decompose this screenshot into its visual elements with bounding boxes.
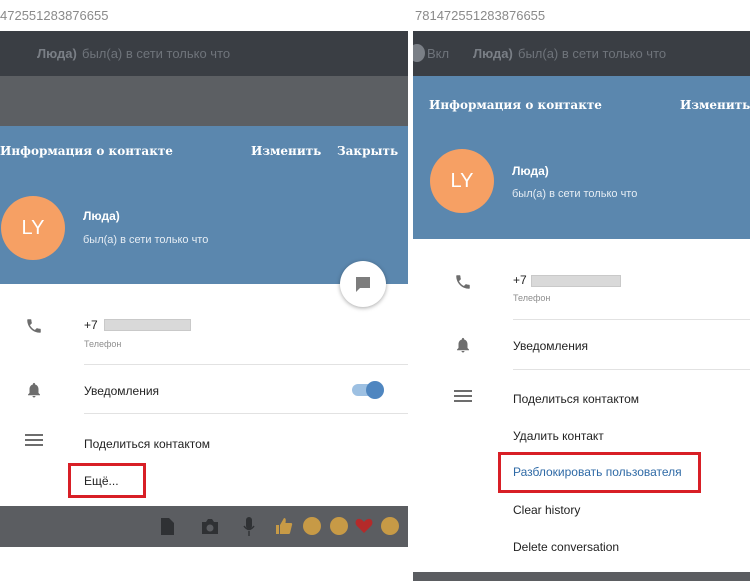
notifications-label[interactable]: Уведомления	[513, 339, 588, 353]
separator	[513, 369, 750, 370]
profile-status: был(а) в сети только что	[512, 188, 638, 200]
close-button[interactable]: Закрыть	[337, 144, 398, 158]
left-screenshot: 472551283876655 Люда) был(а) в сети толь…	[0, 0, 408, 581]
share-contact-button[interactable]: Поделиться контактом	[84, 437, 210, 451]
separator	[84, 413, 408, 414]
dimmed-background	[0, 76, 408, 126]
menu-icon	[25, 434, 43, 446]
address-bar[interactable]: 472551283876655	[0, 0, 408, 31]
menu-icon	[454, 390, 472, 402]
composer-bar	[0, 506, 408, 547]
composer-bar	[413, 572, 750, 581]
redacted-phone	[104, 319, 191, 331]
camera-icon[interactable]	[200, 518, 220, 535]
contact-info-header: Информация о контакте Изменить Закрыть L…	[0, 126, 408, 284]
profile-name: Люда)	[83, 209, 120, 223]
back-icon[interactable]	[413, 44, 425, 62]
attach-file-icon[interactable]	[160, 518, 174, 535]
topbar-contact-name[interactable]: Люда)	[473, 46, 513, 61]
phone-number: +7	[84, 318, 98, 332]
clear-history-button[interactable]: Clear history	[513, 503, 580, 517]
chat-bubble-icon	[356, 277, 370, 292]
heart-icon[interactable]	[355, 518, 373, 534]
chat-topbar: Вкл Люда) был(а) в сети только что	[413, 31, 750, 76]
toggle-knob[interactable]	[366, 381, 384, 399]
emoji-icon[interactable]	[303, 517, 321, 535]
highlight-box	[498, 452, 701, 493]
avatar: LY	[430, 149, 494, 213]
separator	[84, 364, 408, 365]
address-bar[interactable]: 781472551283876655	[413, 0, 750, 31]
emoji-icon[interactable]	[330, 517, 348, 535]
topbar-contact-status: был(а) в сети только что	[518, 46, 667, 61]
phone-number: +7	[513, 273, 527, 287]
redacted-phone	[531, 275, 621, 287]
right-screenshot: 781472551283876655 Вкл Люда) был(а) в се…	[413, 0, 750, 581]
mic-icon[interactable]	[243, 517, 255, 537]
separator	[513, 319, 750, 320]
send-message-button[interactable]	[340, 261, 386, 307]
emoji-icon[interactable]	[381, 517, 399, 535]
address-text: 781472551283876655	[415, 8, 546, 23]
phone-label: Телефон	[513, 293, 551, 303]
phone-label: Телефон	[84, 339, 122, 349]
delete-contact-button[interactable]: Удалить контакт	[513, 429, 604, 443]
highlight-box	[68, 463, 146, 498]
bell-icon	[28, 382, 40, 398]
contact-info-header: Информация о контакте Изменить LY Люда) …	[413, 76, 750, 239]
address-text: 472551283876655	[0, 8, 109, 23]
chat-topbar: Люда) был(а) в сети только что	[0, 31, 408, 76]
edit-button[interactable]: Изменить	[680, 98, 750, 112]
phone-icon	[456, 275, 470, 289]
topbar-left-label: Вкл	[427, 46, 450, 61]
contact-info-title: Информация о контакте	[0, 144, 173, 158]
share-contact-button[interactable]: Поделиться контактом	[513, 392, 639, 406]
edit-button[interactable]: Изменить	[251, 144, 321, 158]
thumbs-up-icon[interactable]	[275, 517, 293, 535]
bell-icon	[457, 337, 469, 353]
phone-icon	[27, 319, 41, 333]
profile-status: был(а) в сети только что	[83, 234, 209, 246]
profile-name: Люда)	[512, 164, 549, 178]
notifications-label: Уведомления	[84, 384, 160, 398]
delete-conversation-button[interactable]: Delete conversation	[513, 540, 619, 554]
topbar-contact-status: был(а) в сети только что	[82, 46, 231, 61]
avatar: LY	[1, 196, 65, 260]
topbar-contact-name[interactable]: Люда)	[37, 46, 77, 61]
contact-info-title: Информация о контакте	[429, 98, 602, 112]
